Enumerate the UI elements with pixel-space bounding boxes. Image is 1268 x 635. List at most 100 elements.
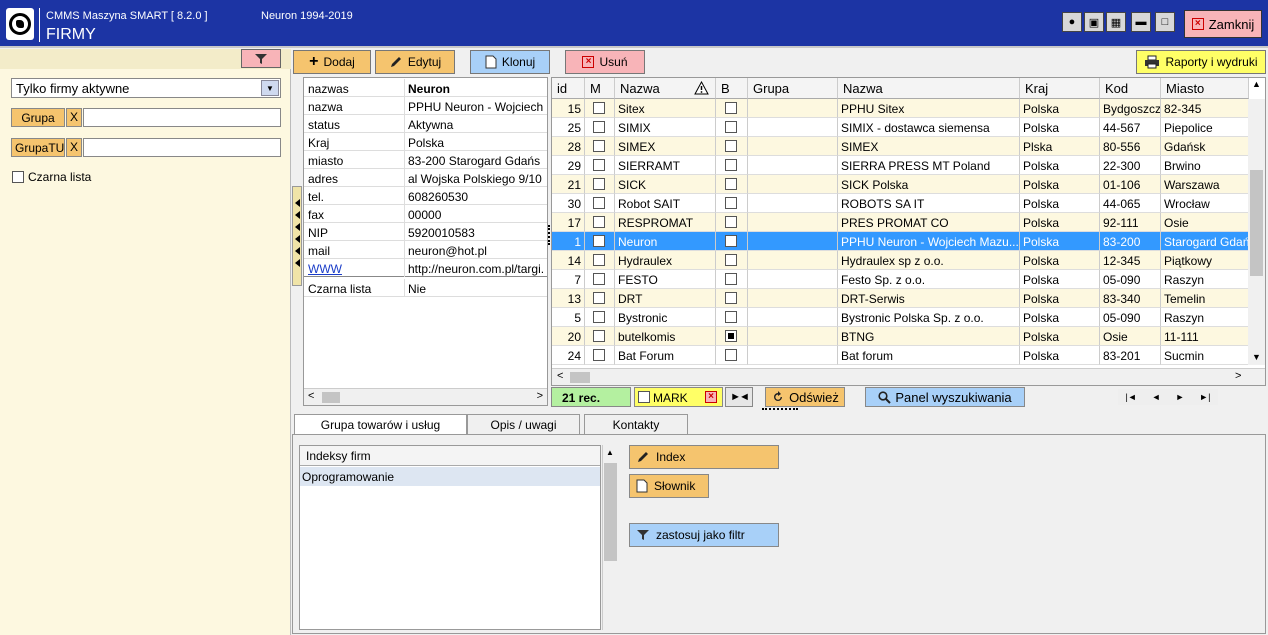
apply-filter-button[interactable]: zastosuj jako filtr (629, 523, 779, 547)
column-header-b[interactable]: B (716, 78, 748, 99)
column-header-code[interactable]: Kod (1100, 78, 1161, 99)
reports-button[interactable]: Raporty i wydruki (1136, 50, 1266, 74)
scroll-down-icon[interactable]: ▼ (1252, 352, 1261, 362)
scroll-right-icon[interactable]: > (1235, 370, 1241, 382)
column-header-full-name[interactable]: Nazwa (838, 78, 1020, 99)
m-checkbox[interactable] (593, 254, 605, 266)
chevron-down-icon[interactable]: ▼ (261, 80, 279, 96)
group-filter-button[interactable]: Grupa (11, 108, 65, 127)
add-button[interactable]: + Dodaj (293, 50, 371, 74)
b-checkbox[interactable] (725, 254, 737, 266)
camera-icon[interactable]: ▣ (1084, 12, 1104, 32)
clear-mark-icon[interactable]: × (705, 391, 717, 403)
table-row[interactable]: 1 Neuron PPHU Neuron - Wojciech Mazu... Pol… (552, 232, 1249, 251)
table-row[interactable]: 15 Sitex PPHU Sitex Polska Bydgoszcz 82-345 (552, 99, 1249, 118)
list-vertical-scrollbar[interactable]: ▲ (602, 445, 617, 630)
search-panel-button[interactable]: Panel wyszukiwania (865, 387, 1025, 407)
prev-record-icon[interactable]: ◄ (1152, 392, 1161, 402)
b-checkbox[interactable] (725, 102, 737, 114)
clone-button[interactable]: Klonuj (470, 50, 550, 74)
chat-icon[interactable]: ● (1062, 12, 1082, 32)
table-row[interactable]: 29 SIERRAMT SIERRA PRESS MT Poland Polska 22… (552, 156, 1249, 175)
m-checkbox[interactable] (593, 235, 605, 247)
scroll-left-icon[interactable]: < (557, 370, 563, 382)
m-checkbox[interactable] (593, 121, 605, 133)
mark-checkbox[interactable] (638, 391, 650, 403)
column-header-id[interactable]: id (552, 78, 585, 99)
m-checkbox[interactable] (593, 349, 605, 361)
group-tu-clear-button[interactable]: X (66, 138, 82, 157)
splitter-grip[interactable] (762, 408, 798, 411)
group-tu-filter-button[interactable]: GrupaTU (11, 138, 65, 157)
filter-button[interactable] (241, 49, 281, 68)
b-checkbox[interactable] (725, 330, 737, 342)
b-checkbox[interactable] (725, 178, 737, 190)
maximize-icon[interactable]: □ (1155, 12, 1175, 32)
close-button[interactable]: × Zamknij (1184, 10, 1262, 38)
m-checkbox[interactable] (593, 330, 605, 342)
table-row[interactable]: 20 butelkomis BTNG Polska Osie 11-111 (552, 327, 1249, 346)
status-filter-select[interactable]: Tylko firmy aktywne ▼ (11, 78, 281, 98)
panel-collapse-handle[interactable] (292, 186, 302, 286)
scroll-thumb[interactable] (322, 392, 340, 403)
table-row[interactable]: 14 Hydraulex Hydraulex sp z o.o. Polska 12-3… (552, 251, 1249, 270)
table-row[interactable]: 21 SICK SICK Polska Polska 01-106 Warszawa (552, 175, 1249, 194)
delete-button[interactable]: × Usuń (565, 50, 645, 74)
www-link[interactable]: WWW (308, 262, 342, 276)
b-checkbox[interactable] (725, 235, 737, 247)
list-item[interactable]: Oprogramowanie (300, 467, 600, 486)
b-checkbox[interactable] (725, 311, 737, 323)
tab-description[interactable]: Opis / uwagi (467, 414, 580, 436)
b-checkbox[interactable] (725, 273, 737, 285)
dictionary-button[interactable]: Słownik (629, 474, 709, 498)
mark-toggle[interactable]: MARK × (634, 387, 723, 407)
column-header-country[interactable]: Kraj (1020, 78, 1100, 99)
m-checkbox[interactable] (593, 216, 605, 228)
last-record-icon[interactable]: ►| (1199, 392, 1210, 402)
column-header-city[interactable]: Miasto (1161, 78, 1249, 99)
detail-horizontal-scrollbar[interactable]: < > (304, 388, 547, 405)
m-checkbox[interactable] (593, 140, 605, 152)
m-checkbox[interactable] (593, 292, 605, 304)
column-header-name[interactable]: Nazwa (615, 78, 716, 99)
m-checkbox[interactable] (593, 197, 605, 209)
m-checkbox[interactable] (593, 273, 605, 285)
group-tu-filter-field[interactable] (83, 138, 281, 157)
b-checkbox[interactable] (725, 159, 737, 171)
m-checkbox[interactable] (593, 311, 605, 323)
b-checkbox[interactable] (725, 349, 737, 361)
b-checkbox[interactable] (725, 140, 737, 152)
next-record-icon[interactable]: ► (1175, 392, 1184, 402)
edit-button[interactable]: Edytuj (375, 50, 455, 74)
screen-capture-icon[interactable]: ▦ (1106, 12, 1126, 32)
first-record-icon[interactable]: |◄ (1125, 392, 1136, 402)
scroll-thumb[interactable] (604, 463, 617, 561)
column-header-group[interactable]: Grupa (748, 78, 838, 99)
table-row[interactable]: 17 RESPROMAT PRES PROMAT CO Polska 92-111 Osi… (552, 213, 1249, 232)
table-row[interactable]: 7 FESTO Festo Sp. z o.o. Polska 05-090 Raszyn (552, 270, 1249, 289)
scroll-up-icon[interactable]: ▲ (1252, 79, 1261, 89)
b-checkbox[interactable] (725, 292, 737, 304)
b-checkbox[interactable] (725, 197, 737, 209)
tab-contacts[interactable]: Kontakty (584, 414, 688, 436)
refresh-button[interactable]: Odśwież (765, 387, 845, 407)
scroll-left-icon[interactable]: < (308, 390, 314, 402)
m-checkbox[interactable] (593, 159, 605, 171)
table-row[interactable]: 25 SIMIX SIMIX - dostawca siemensa Polska 44… (552, 118, 1249, 137)
table-row[interactable]: 24 Bat Forum Bat forum Polska 83-201 Sucmin (552, 346, 1249, 365)
table-row[interactable]: 28 SIMEX SIMEX Plska 80-556 Gdańsk (552, 137, 1249, 156)
scroll-thumb[interactable] (570, 372, 590, 383)
table-row[interactable]: 5 Bystronic Bystronic Polska Sp. z o.o. Pol… (552, 308, 1249, 327)
swap-mark-button[interactable]: ►◄ (725, 387, 753, 407)
scroll-right-icon[interactable]: > (537, 390, 543, 402)
scroll-up-icon[interactable]: ▲ (606, 448, 614, 457)
m-checkbox[interactable] (593, 178, 605, 190)
grid-horizontal-scrollbar[interactable]: < > (552, 368, 1265, 385)
group-filter-field[interactable] (83, 108, 281, 127)
group-clear-button[interactable]: X (66, 108, 82, 127)
m-checkbox[interactable] (593, 102, 605, 114)
b-checkbox[interactable] (725, 216, 737, 228)
table-row[interactable]: 13 DRT DRT-Serwis Polska 83-340 Temelin (552, 289, 1249, 308)
table-row[interactable]: 30 Robot SAIT ROBOTS SA IT Polska 44-065 Wroc… (552, 194, 1249, 213)
b-checkbox[interactable] (725, 121, 737, 133)
